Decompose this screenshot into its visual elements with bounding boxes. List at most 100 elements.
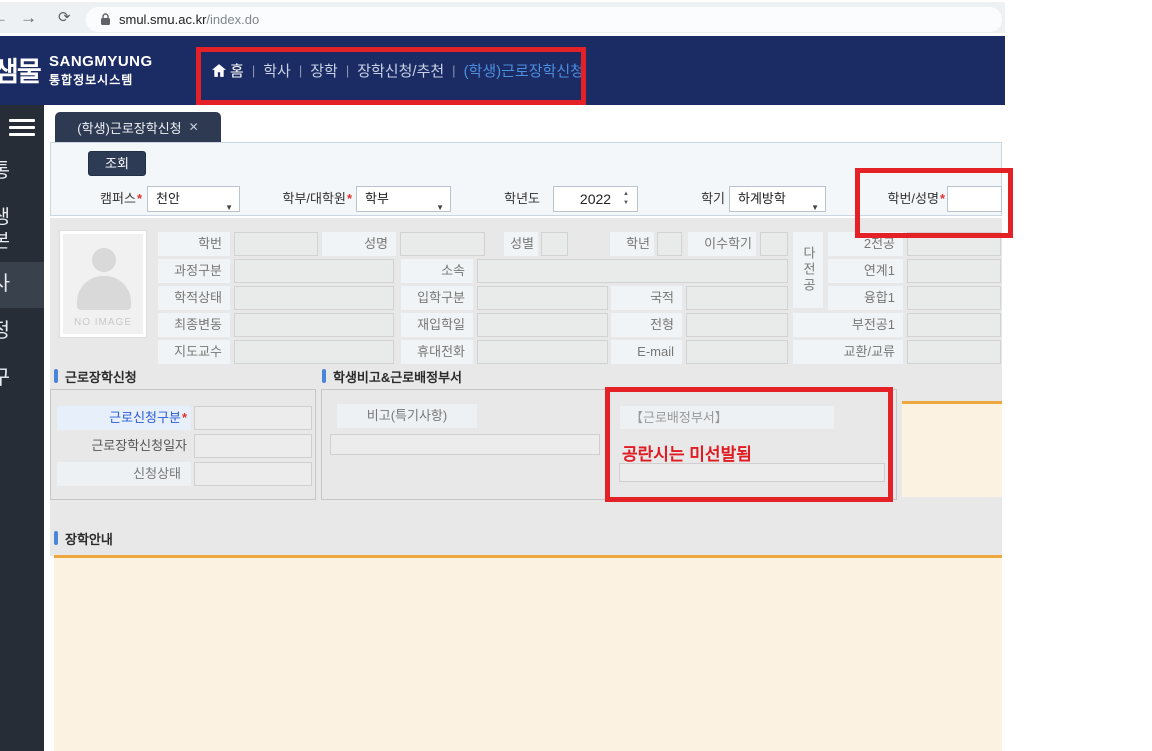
campus-label: 캠퍼스* bbox=[66, 186, 142, 212]
home-icon bbox=[212, 64, 226, 77]
sidebar-item-student-basic[interactable]: 학생 기본 bbox=[0, 206, 42, 254]
address-bar[interactable]: smul.smu.ac.kr/index.do bbox=[86, 7, 1002, 32]
label-multi-major: 다전공 bbox=[793, 232, 823, 308]
field-mobile bbox=[477, 340, 608, 364]
label-admission-type: 입학구분 bbox=[401, 286, 473, 310]
field-grade bbox=[657, 232, 682, 256]
omnibox-strip: ← → ⟳ smul.smu.ac.kr/index.do bbox=[0, 2, 1005, 33]
field-completed-terms bbox=[760, 232, 788, 256]
breadcrumb-item-janghak[interactable]: 장학 bbox=[310, 60, 338, 81]
remarks-section-header: 학생비고&근로배정부서 bbox=[322, 368, 462, 384]
label-apply-date: 근로장학신청일자 bbox=[57, 434, 191, 458]
field-apply-type[interactable] bbox=[194, 406, 312, 430]
label-linked1: 연계1 bbox=[828, 259, 903, 283]
label-exchange: 교환/교류 bbox=[793, 340, 903, 364]
breadcrumb-item-active[interactable]: (학생)근로장학신청 bbox=[464, 60, 584, 81]
field-screening bbox=[686, 313, 788, 337]
field-course-type bbox=[234, 259, 394, 283]
year-spinner[interactable]: 2022▲▼ bbox=[553, 186, 638, 212]
field-student-no bbox=[234, 232, 318, 256]
field-email bbox=[686, 340, 788, 364]
label-minor1: 부전공1 bbox=[793, 313, 903, 337]
field-remarks[interactable] bbox=[330, 434, 600, 455]
label-readmission-date: 재입학일 bbox=[401, 313, 473, 337]
warning-unassigned-text: 공란시는 미선발됨 bbox=[622, 440, 752, 465]
reload-icon[interactable]: ⟳ bbox=[58, 2, 71, 33]
field-last-change bbox=[234, 313, 394, 337]
label-affiliation: 소속 bbox=[401, 259, 473, 283]
division-select[interactable]: 학부▼ bbox=[356, 186, 451, 212]
field-apply-date[interactable] bbox=[194, 434, 312, 458]
tab-work-scholarship[interactable]: (학생)근로장학신청 ✕ bbox=[55, 112, 221, 142]
forward-icon[interactable]: → bbox=[20, 2, 37, 33]
field-admission-type bbox=[477, 286, 608, 310]
label-nationality: 국적 bbox=[611, 286, 682, 310]
semester-label: 학기 bbox=[680, 186, 725, 212]
field-convergence1 bbox=[907, 286, 1001, 310]
field-gender bbox=[541, 232, 568, 256]
breadcrumb-home[interactable]: 홈 bbox=[212, 60, 244, 81]
field-name bbox=[400, 232, 485, 256]
field-second-major bbox=[907, 232, 1001, 256]
label-assigned-dept: 【근로배정부서】 bbox=[620, 406, 834, 429]
label-student-no: 학번 bbox=[158, 232, 230, 256]
label-apply-type: 근로신청구분* bbox=[57, 406, 191, 430]
person-icon bbox=[92, 248, 116, 272]
student-photo-placeholder: NO IMAGE bbox=[60, 231, 146, 337]
field-linked1 bbox=[907, 259, 1001, 283]
field-exchange bbox=[907, 340, 1001, 364]
app-header: 샘물 SANGMYUNG 통합정보시스템 홈 | 학사 | 장학 | 장학신청/… bbox=[0, 36, 1005, 105]
student-id-name-input[interactable] bbox=[947, 186, 1002, 212]
sidebar-item-admin[interactable]: 행정 bbox=[0, 319, 42, 343]
sidebar: 공통 학생 기본 학사 행정 연구 bbox=[0, 105, 44, 751]
tab-title: (학생)근로장학신청 bbox=[77, 118, 181, 137]
label-last-change: 최종변동 bbox=[158, 313, 230, 337]
label-email: E-mail bbox=[611, 340, 682, 364]
label-second-major: 2전공 bbox=[828, 232, 903, 256]
app-logo-name: SANGMYUNG bbox=[49, 53, 153, 70]
section-bar-icon bbox=[54, 531, 58, 545]
field-nationality bbox=[686, 286, 788, 310]
side-notice-panel bbox=[902, 401, 1002, 497]
sidebar-item-research[interactable]: 연구 bbox=[0, 366, 42, 390]
label-name: 성명 bbox=[322, 232, 396, 256]
campus-select[interactable]: 천안▼ bbox=[147, 186, 240, 212]
lock-icon bbox=[100, 13, 111, 26]
student-id-name-label: 학번/성명* bbox=[850, 186, 945, 212]
label-grade: 학년 bbox=[610, 232, 654, 256]
guide-section-header: 장학안내 bbox=[54, 530, 113, 546]
label-completed-terms: 이수학기 bbox=[688, 232, 756, 256]
breadcrumb-item-apply[interactable]: 장학신청/추천 bbox=[357, 60, 444, 81]
semester-select[interactable]: 하계방학▼ bbox=[729, 186, 826, 212]
tab-close-icon[interactable]: ✕ bbox=[189, 120, 199, 134]
hamburger-menu-icon[interactable] bbox=[9, 119, 35, 137]
label-advisor: 지도교수 bbox=[158, 340, 230, 364]
section-bar-icon bbox=[322, 369, 326, 383]
field-advisor bbox=[234, 340, 394, 364]
label-enroll-status: 학적상태 bbox=[158, 286, 230, 310]
query-button[interactable]: 조회 bbox=[88, 151, 146, 176]
browser-toolbar: ← → ⟳ smul.smu.ac.kr/index.do bbox=[0, 0, 1152, 36]
year-label: 학년도 bbox=[478, 186, 540, 212]
screenshot-root: ← → ⟳ smul.smu.ac.kr/index.do 샘물 SANGMYU… bbox=[0, 0, 1152, 751]
work-section-header: 근로장학신청 bbox=[54, 368, 137, 384]
label-screening: 전형 bbox=[611, 313, 682, 337]
sidebar-item-common[interactable]: 공통 bbox=[0, 159, 42, 183]
breadcrumb-item-haksa[interactable]: 학사 bbox=[263, 60, 291, 81]
label-convergence1: 융합1 bbox=[828, 286, 903, 310]
back-icon[interactable]: ← bbox=[0, 2, 8, 33]
section-bar-icon bbox=[54, 369, 58, 383]
guide-panel bbox=[54, 555, 1002, 751]
spinner-arrows-icon[interactable]: ▲▼ bbox=[623, 190, 629, 208]
field-assigned-dept[interactable] bbox=[619, 463, 885, 482]
label-course-type: 과정구분 bbox=[158, 259, 230, 283]
app-logo-subtitle: 통합정보시스템 bbox=[49, 71, 133, 88]
sidebar-item-haksa[interactable]: 학사 bbox=[0, 272, 42, 296]
field-apply-status[interactable] bbox=[194, 462, 312, 486]
label-remarks: 비고(특기사항) bbox=[337, 404, 477, 428]
no-image-text: NO IMAGE bbox=[63, 317, 143, 328]
label-apply-status: 신청상태 bbox=[57, 462, 191, 486]
field-minor1 bbox=[907, 313, 1001, 337]
breadcrumb: 홈 | 학사 | 장학 | 장학신청/추천 | (학생)근로장학신청 bbox=[212, 60, 584, 81]
field-readmission-date bbox=[477, 313, 608, 337]
